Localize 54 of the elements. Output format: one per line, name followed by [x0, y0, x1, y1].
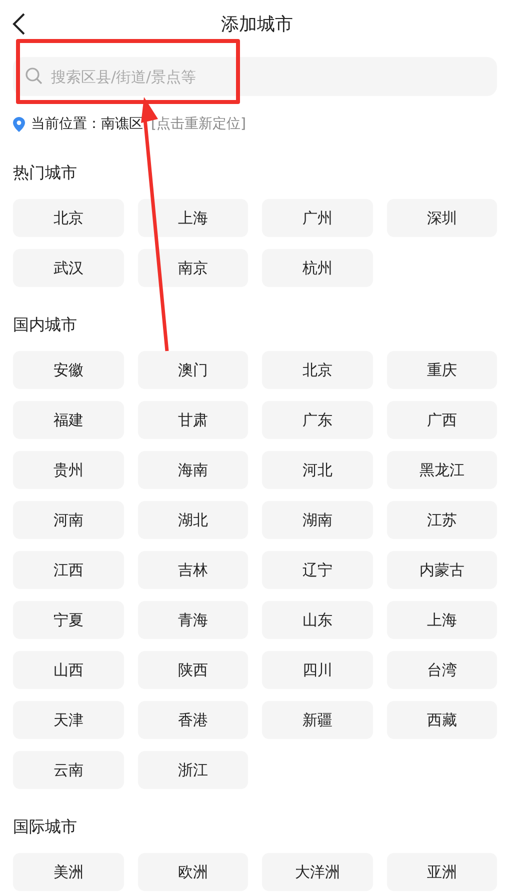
- search-icon: [25, 67, 43, 85]
- section-heading: 国际城市: [13, 816, 78, 838]
- city-button[interactable]: 福建: [13, 401, 124, 439]
- city-button[interactable]: 澳门: [138, 351, 248, 389]
- city-button[interactable]: 江苏: [386, 501, 497, 539]
- city-button[interactable]: 宁夏: [13, 601, 124, 639]
- city-button[interactable]: 湖北: [138, 501, 248, 539]
- city-button[interactable]: 海南: [138, 451, 248, 489]
- page-title: 添加城市: [221, 13, 293, 36]
- city-button[interactable]: 杭州: [262, 249, 372, 287]
- city-button[interactable]: 吉林: [138, 551, 248, 589]
- city-button[interactable]: 广州: [262, 199, 372, 237]
- city-button[interactable]: 香港: [138, 701, 248, 739]
- city-button[interactable]: 甘肃: [138, 401, 248, 439]
- search-field[interactable]: 搜索区县/街道/景点等: [13, 57, 497, 96]
- city-button[interactable]: 亚洲: [386, 853, 497, 891]
- city-button[interactable]: 内蒙古: [386, 551, 497, 589]
- city-button[interactable]: 青海: [138, 601, 248, 639]
- city-button[interactable]: 广东: [262, 401, 372, 439]
- city-button[interactable]: 台湾: [386, 651, 497, 689]
- city-button[interactable]: 山西: [13, 651, 124, 689]
- city-button[interactable]: 深圳: [386, 199, 497, 237]
- city-button[interactable]: 天津: [13, 701, 124, 739]
- city-button[interactable]: 新疆: [262, 701, 372, 739]
- city-button[interactable]: 欧洲: [138, 853, 248, 891]
- city-button[interactable]: 大洋洲: [262, 853, 372, 891]
- city-button[interactable]: 西藏: [386, 701, 497, 739]
- city-button[interactable]: 湖南: [262, 501, 372, 539]
- city-button[interactable]: 贵州: [13, 451, 124, 489]
- city-button[interactable]: 浙江: [138, 751, 248, 789]
- city-button[interactable]: 云南: [13, 751, 124, 789]
- city-button[interactable]: 河北: [262, 451, 372, 489]
- city-button[interactable]: 黑龙江: [386, 451, 497, 489]
- city-button[interactable]: 安徽: [13, 351, 124, 389]
- city-button[interactable]: 北京: [262, 351, 372, 389]
- city-button[interactable]: 山东: [262, 601, 372, 639]
- back-icon[interactable]: [12, 13, 26, 35]
- city-button[interactable]: 重庆: [386, 351, 497, 389]
- section-heading: 国内城市: [13, 314, 78, 336]
- section-heading: 热门城市: [13, 162, 78, 184]
- city-button[interactable]: 广西: [386, 401, 497, 439]
- current-location: 当前位置：南谯区: [31, 115, 143, 133]
- city-button[interactable]: 美洲: [13, 853, 124, 891]
- city-button[interactable]: 上海: [386, 601, 497, 639]
- city-button[interactable]: 上海: [138, 199, 248, 237]
- location-pin-icon: [13, 116, 25, 132]
- city-button[interactable]: 辽宁: [262, 551, 372, 589]
- city-button[interactable]: 四川: [262, 651, 372, 689]
- city-button[interactable]: 陕西: [138, 651, 248, 689]
- city-button[interactable]: 江西: [13, 551, 124, 589]
- city-button[interactable]: 河南: [13, 501, 124, 539]
- city-button[interactable]: 北京: [13, 199, 124, 237]
- city-button[interactable]: 南京: [138, 249, 248, 287]
- city-button[interactable]: 武汉: [13, 249, 124, 287]
